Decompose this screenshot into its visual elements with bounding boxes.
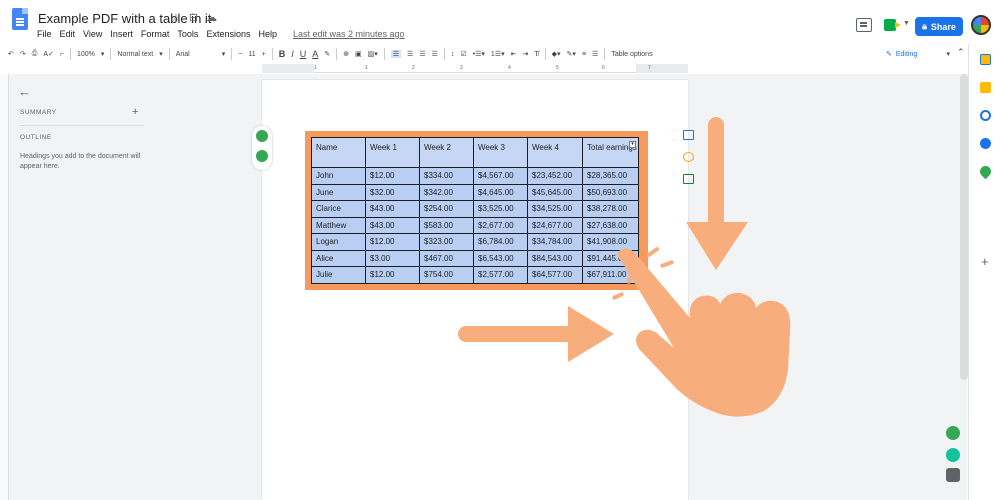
down-arrow-icon xyxy=(686,117,748,270)
pointing-hand-icon xyxy=(612,247,791,417)
keep-icon[interactable] xyxy=(980,82,991,93)
side-panel-rail: + › xyxy=(968,44,1000,500)
grammarly-icon[interactable] xyxy=(946,448,960,462)
maps-icon[interactable] xyxy=(977,163,994,180)
calendar-icon[interactable] xyxy=(980,54,991,65)
vertical-scrollbar[interactable] xyxy=(960,74,968,380)
add-addon-icon[interactable]: + xyxy=(981,254,989,269)
explore-icon[interactable] xyxy=(946,468,960,482)
contacts-icon[interactable] xyxy=(980,138,991,149)
tasks-icon[interactable] xyxy=(980,110,991,121)
right-arrow-icon xyxy=(458,306,614,362)
assistant-icon[interactable] xyxy=(946,426,960,440)
tutorial-overlay xyxy=(458,117,791,417)
